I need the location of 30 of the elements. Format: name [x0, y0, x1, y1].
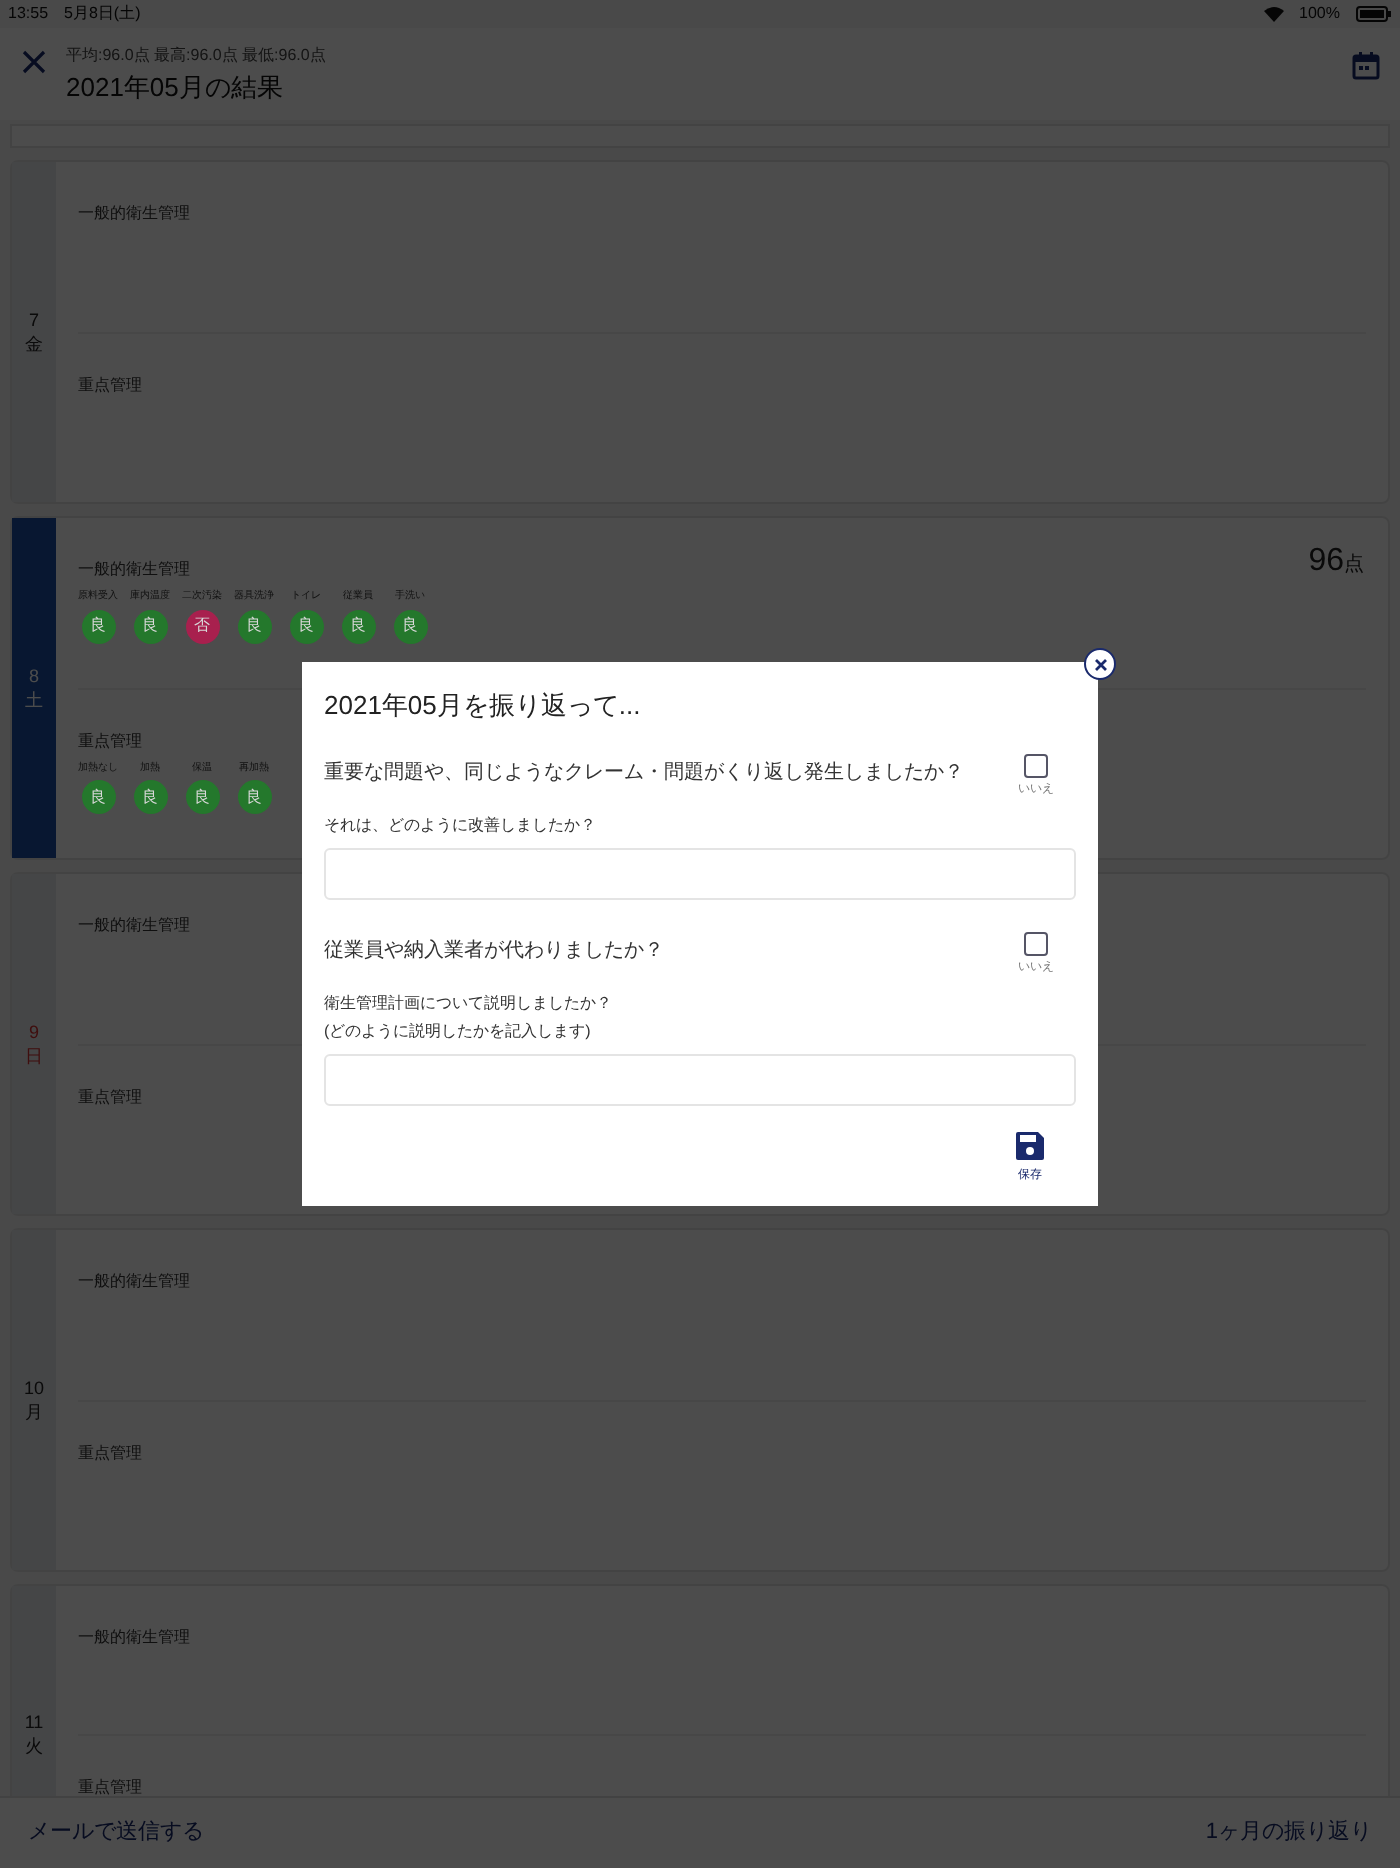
prompt-text: (どのように説明したかを記入します) [324, 1019, 593, 1044]
page-title: 2021年05月の結果 [66, 70, 285, 106]
weekday: 土 [25, 688, 43, 712]
weekday: 日 [25, 1044, 43, 1068]
section-title: 重点管理 [78, 1085, 142, 1109]
status-date: 5月8日(土) [64, 2, 141, 26]
prompt-text: 衛生管理計画について説明しましたか？ [324, 991, 614, 1015]
section-title: 重点管理 [78, 1441, 142, 1465]
question-text: 重要な問題や、同じようなクレーム・問題がくり返し発生しましたか？ [324, 759, 964, 787]
status-time: 13:55 [8, 2, 49, 26]
weekday: 金 [25, 332, 43, 356]
day-number: 10 [23, 1376, 44, 1400]
stats-text: 平均:96.0点 最高:96.0点 最低:96.0点 [66, 44, 328, 68]
battery-percent: 100% [1299, 2, 1340, 26]
section-title: 重点管理 [78, 373, 142, 397]
day-number: 7 [28, 308, 39, 332]
prompt-text: それは、どのように改善しましたか？ [324, 813, 598, 837]
dialog-title: 2021年05月を振り返って... [324, 688, 643, 724]
section-title: 重点管理 [78, 1775, 142, 1796]
question-text: 従業員や納入業者が代わりましたか？ [324, 937, 664, 965]
day-number: 9 [28, 1020, 39, 1044]
score: 96点 [1308, 542, 1364, 582]
weekday: 火 [25, 1734, 43, 1758]
answer-field[interactable] [324, 1053, 1076, 1105]
day-number: 11 [24, 1710, 44, 1734]
section-title: 重点管理 [78, 729, 142, 753]
weekday: 月 [25, 1400, 43, 1424]
answer-field[interactable] [324, 847, 1076, 899]
close-icon [1093, 657, 1107, 671]
day-number: 8 [28, 664, 39, 688]
